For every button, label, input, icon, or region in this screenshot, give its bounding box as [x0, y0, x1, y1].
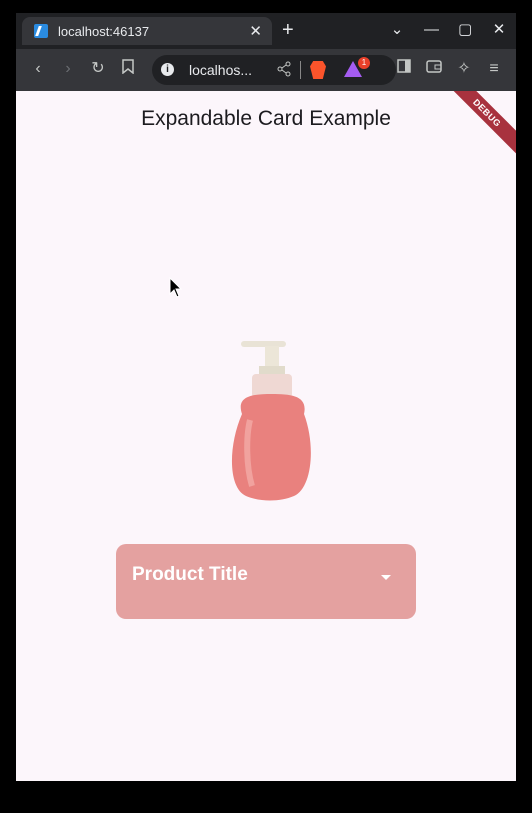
- info-icon[interactable]: i: [161, 63, 174, 76]
- dropdown-arrow-icon[interactable]: [381, 575, 391, 580]
- leo-icon[interactable]: ✧: [454, 59, 474, 79]
- browser-toolbar: ‹ › ↻ i localhos... 1 ✧ ≡: [16, 49, 516, 91]
- rewards-badge: 1: [358, 57, 370, 69]
- tab-strip: localhost:46137 ✕ + ⌄ — ▢ ✕: [16, 13, 516, 49]
- tab-search-dropdown-icon[interactable]: ⌄: [390, 19, 404, 41]
- sidebar-icon[interactable]: [394, 59, 414, 79]
- address-bar[interactable]: i localhos... 1: [152, 55, 396, 85]
- expandable-card[interactable]: Product Title: [116, 544, 416, 619]
- maximize-button[interactable]: ▢: [458, 19, 472, 41]
- tab-close-icon[interactable]: ✕: [249, 24, 262, 39]
- tab-title: localhost:46137: [58, 23, 150, 39]
- minimize-button[interactable]: —: [424, 19, 439, 41]
- url-divider: [300, 61, 301, 79]
- back-icon[interactable]: ‹: [28, 59, 48, 79]
- card-title: Product Title: [132, 564, 248, 585]
- menu-icon[interactable]: ≡: [484, 59, 504, 79]
- tab-localhost[interactable]: localhost:46137 ✕: [22, 17, 272, 45]
- cursor-icon: [169, 277, 183, 298]
- page-title: Expandable Card Example: [141, 107, 391, 130]
- forward-icon[interactable]: ›: [58, 59, 78, 79]
- new-tab-button[interactable]: +: [282, 19, 294, 41]
- browser-window: localhost:46137 ✕ + ⌄ — ▢ ✕ ‹ › ↻ i loca…: [0, 0, 532, 813]
- brave-shield-icon[interactable]: [310, 61, 326, 79]
- share-icon[interactable]: [276, 61, 292, 80]
- wallet-icon[interactable]: [424, 59, 444, 79]
- close-window-button[interactable]: ✕: [492, 19, 506, 41]
- window-controls: ⌄ — ▢ ✕: [390, 19, 506, 41]
- reload-icon[interactable]: ↻: [88, 59, 108, 79]
- app-page: Expandable Card Example DEBUG Product Ti…: [16, 91, 516, 781]
- bookmark-icon[interactable]: [118, 59, 138, 80]
- flutter-favicon-icon: [34, 24, 48, 38]
- url-text[interactable]: localhos...: [189, 62, 252, 78]
- product-image: [231, 341, 311, 501]
